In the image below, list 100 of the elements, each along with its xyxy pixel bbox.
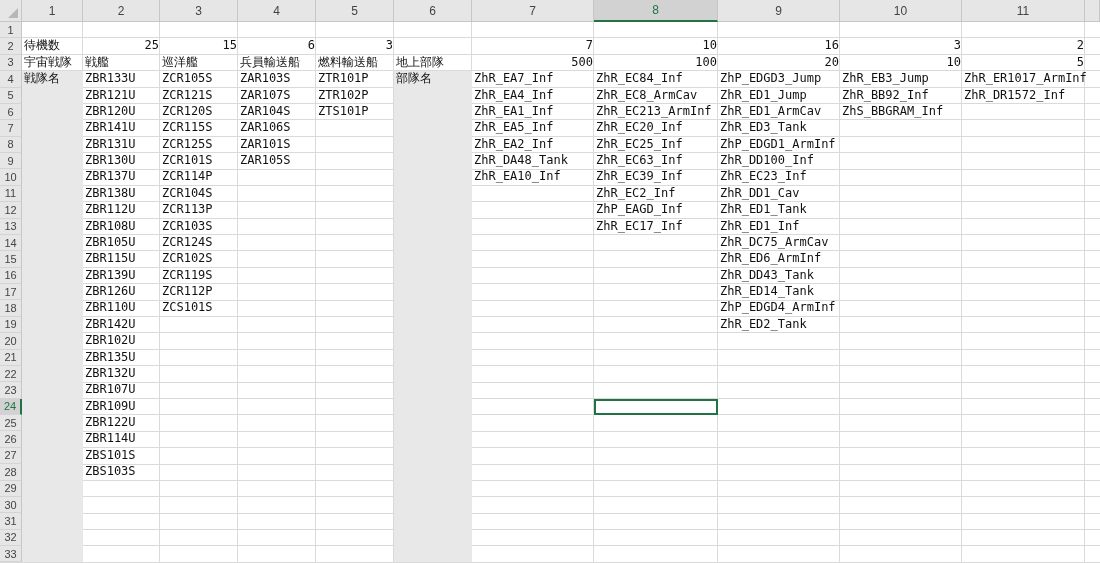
- table-cell-text: ZBS103S: [84, 464, 137, 481]
- row-header[interactable]: 2: [0, 38, 22, 55]
- table-cell-text: ZAR107S: [239, 87, 292, 104]
- table-cell-text: ZBR141U: [84, 120, 137, 137]
- table-cell-text: ZCR125S: [161, 136, 214, 153]
- column-header[interactable]: 5: [316, 0, 394, 22]
- table-cell-text: ZBR120U: [84, 103, 137, 120]
- table-cell-text: 7: [584, 38, 594, 55]
- table-cell-text: ZAR103S: [239, 71, 292, 88]
- table-cell-text: 3: [952, 38, 962, 55]
- table-cell-text: 10: [701, 38, 718, 55]
- table-cell-text: 16: [823, 38, 840, 55]
- table-cell-text: 500: [570, 54, 594, 71]
- table-cell-text: 巡洋艦: [161, 54, 199, 71]
- column-header[interactable]: 11: [962, 0, 1085, 22]
- table-cell-text: ZhR_DD100_Inf: [719, 153, 815, 169]
- table-cell-text: ZhR_DC75_ArmCav: [719, 234, 830, 251]
- table-cell-text: 6: [306, 38, 316, 55]
- table-cell-text: ZBR142U: [84, 316, 137, 333]
- row-header[interactable]: 23: [0, 382, 22, 399]
- table-cell-text: ZhR_EC23_Inf: [719, 169, 808, 186]
- table-cell-text: ZhR_EB3_Jump: [841, 71, 930, 88]
- table-cell-text: ZBR130U: [84, 153, 137, 169]
- row-header[interactable]: 20: [0, 333, 22, 350]
- table-cell-text: 3: [384, 38, 394, 55]
- row-header[interactable]: 15: [0, 251, 22, 268]
- table-cell-text: ZCR103S: [161, 218, 214, 235]
- table-cell-text: ZhR_ED2_Tank: [719, 316, 808, 333]
- table-cell-text: ZTR101P: [317, 71, 370, 88]
- table-cell-text: ZBR133U: [84, 71, 137, 88]
- row-header[interactable]: 10: [0, 169, 22, 186]
- table-cell-text: ZhR_EC17_Inf: [595, 218, 684, 235]
- table-cell-text: ZCR121S: [161, 87, 214, 104]
- table-cell-text: ZhR_EC8_ArmCav: [595, 87, 699, 104]
- table-cell-text: ZBR131U: [84, 136, 137, 153]
- row-header[interactable]: 1: [0, 22, 22, 39]
- table-cell-text: ZBR135U: [84, 349, 137, 366]
- table-cell-text: ZhR_EA7_Inf: [473, 71, 555, 88]
- table-cell-text: ZBR112U: [84, 202, 137, 219]
- table-cell-text: ZhR_DD1_Cav: [719, 185, 801, 202]
- row-header[interactable]: 12: [0, 202, 22, 219]
- table-cell-text: ZCR115S: [161, 120, 214, 137]
- table-cell-text: ZhS_BBGRAM_Inf: [841, 103, 945, 120]
- column-header[interactable]: 2: [83, 0, 160, 22]
- table-cell-text: ZAR104S: [239, 103, 292, 120]
- column-header[interactable]: 3: [160, 0, 238, 22]
- table-cell-text: ZCR105S: [161, 71, 214, 88]
- column-header[interactable]: 6: [394, 0, 472, 22]
- table-cell: 部隊名: [394, 71, 472, 88]
- table-cell-text: 燃料輸送船: [317, 54, 379, 71]
- column-header[interactable]: 8: [594, 0, 718, 22]
- table-cell-text: 20: [823, 54, 840, 71]
- row-header[interactable]: 33: [0, 546, 22, 563]
- table-cell-text: ZCR114P: [161, 169, 214, 186]
- table-cell-text: 兵員輸送船: [239, 54, 301, 71]
- table-cell-text: ZCR113P: [161, 202, 214, 219]
- table-cell-text: ZBR102U: [84, 333, 137, 350]
- table-cell-text: ZAR106S: [239, 120, 292, 137]
- row-header[interactable]: 9: [0, 153, 22, 170]
- table-cell-text: ZBS101S: [84, 447, 137, 464]
- column-header[interactable]: [1085, 0, 1100, 22]
- table-cell-text: ZCR101S: [161, 153, 214, 169]
- table-cell-text: 100: [694, 54, 718, 71]
- table-cell-text: ZCR112P: [161, 284, 214, 300]
- table-cell-text: ZAR105S: [239, 153, 292, 169]
- table-cell-text: ZhR_EC63_Inf: [595, 153, 684, 169]
- column-header[interactable]: 7: [472, 0, 594, 22]
- table-cell-text: ZhR_EA2_Inf: [473, 136, 555, 153]
- table-cell-text: ZhR_DA48_Tank: [473, 153, 569, 169]
- select-all-icon[interactable]: [8, 8, 18, 18]
- table-cell-text: ZhR_BB92_Inf: [841, 87, 930, 104]
- row-header[interactable]: 31: [0, 513, 22, 530]
- table-cell-text: ZTS101P: [317, 103, 370, 120]
- table-cell-text: ZCR120S: [161, 103, 214, 120]
- table-cell-text: ZhR_DR1572_Inf: [963, 87, 1067, 104]
- table-cell-text: ZCR124S: [161, 234, 214, 251]
- table-cell-text: ZhR_EC2_Inf: [595, 185, 677, 202]
- column-header[interactable]: 1: [22, 0, 83, 22]
- table-cell-text: ZBR121U: [84, 87, 137, 104]
- table-cell-text: ZhP_EDGD1_ArmInf: [719, 136, 837, 153]
- table-cell-text: 5: [1075, 54, 1085, 71]
- table-cell-text: ZCR104S: [161, 185, 214, 202]
- row-header[interactable]: 28: [0, 464, 22, 481]
- table-cell-text: ZBR110U: [84, 300, 137, 317]
- table-cell-text: ZhR_ED1_ArmCav: [719, 103, 823, 120]
- cell-cursor[interactable]: [594, 398, 718, 415]
- row-header[interactable]: 18: [0, 300, 22, 317]
- row-header[interactable]: 26: [0, 431, 22, 448]
- column-header[interactable]: 10: [840, 0, 962, 22]
- row-header[interactable]: 4: [0, 71, 22, 88]
- table-cell-text: ZhR_ED6_ArmInf: [719, 251, 823, 268]
- table-cell-text: ZBR126U: [84, 284, 137, 300]
- row-header[interactable]: 7: [0, 120, 22, 137]
- table-cell-text: ZhR_EA4_Inf: [473, 87, 555, 104]
- column-header[interactable]: 9: [718, 0, 840, 22]
- table-cell-text: ZhR_DD43_Tank: [719, 267, 815, 284]
- row-header[interactable]: 25: [0, 415, 22, 432]
- row-header[interactable]: 17: [0, 284, 22, 301]
- table-cell-text: ZBR139U: [84, 267, 137, 284]
- column-header[interactable]: 4: [238, 0, 316, 22]
